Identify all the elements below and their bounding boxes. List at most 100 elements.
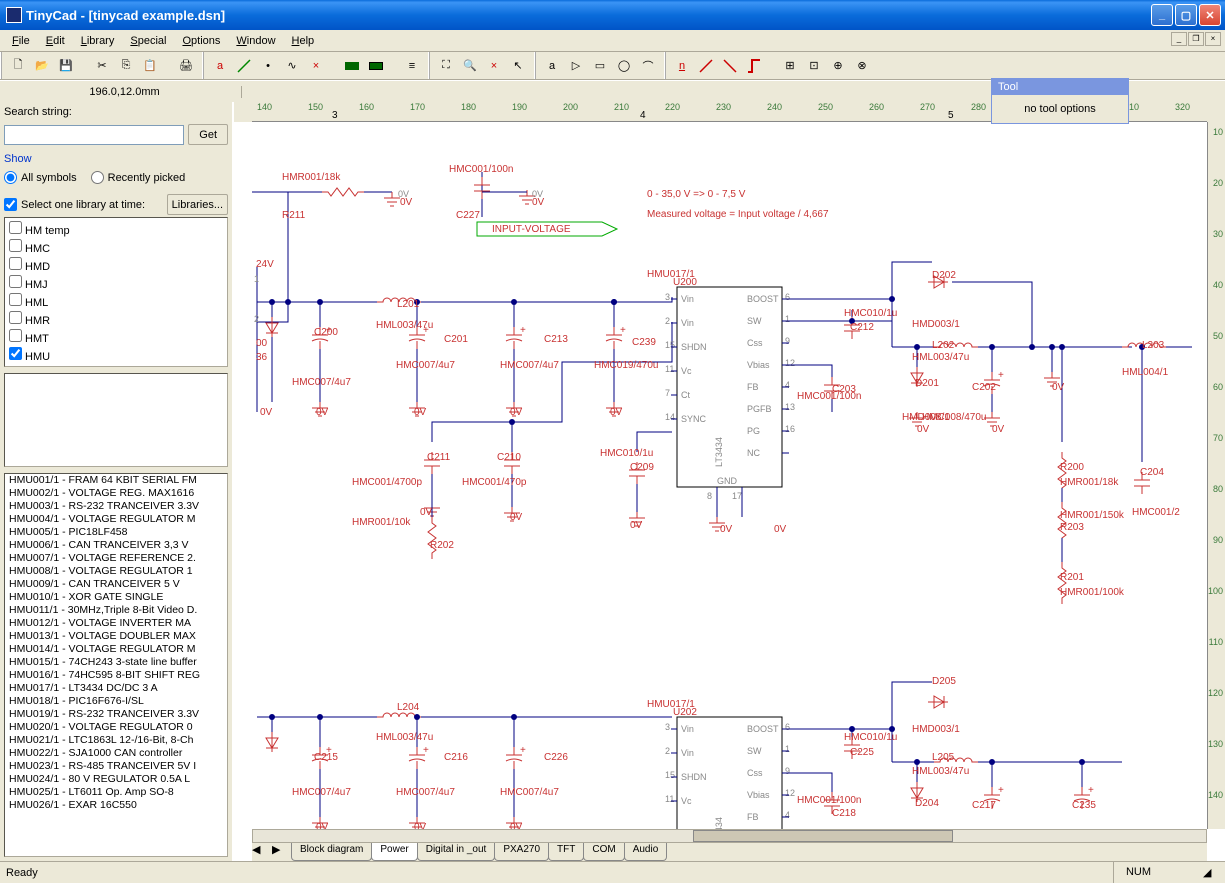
paste-icon[interactable]: 📋 [140, 56, 160, 76]
tab-nav-right[interactable]: ▶ [272, 843, 292, 861]
grid2-icon[interactable]: ⊡ [804, 56, 824, 76]
select-one-library-checkbox[interactable]: Select one library at time: [4, 198, 145, 211]
resize-grip-icon[interactable]: ◢ [1203, 866, 1219, 879]
part-item[interactable]: HMU002/1 - VOLTAGE REG. MAX1616 [5, 487, 227, 500]
part-item[interactable]: HMU021/1 - LTC1863L 12-/16-Bit, 8-Ch [5, 734, 227, 747]
part-item[interactable]: HMU024/1 - 80 V REGULATOR 0.5A L [5, 773, 227, 786]
part-item[interactable]: HMU018/1 - PIC16F676-I/SL [5, 695, 227, 708]
module-icon[interactable] [342, 56, 362, 76]
sheet-tab[interactable]: PXA270 [494, 843, 549, 861]
libraries-button[interactable]: Libraries... [167, 194, 228, 215]
library-item[interactable]: HMJ [7, 274, 225, 292]
arc2-icon[interactable]: ⌒ [638, 56, 658, 76]
origin1-icon[interactable]: ⊕ [828, 56, 848, 76]
wire2-icon[interactable] [696, 56, 716, 76]
sheet-tab[interactable]: Audio [624, 843, 668, 861]
label-icon[interactable]: a [542, 56, 562, 76]
schematic-canvas[interactable]: 0V0VINPUT-VOLTAGE0 - 35,0 V => 0 - 7,5 V… [252, 122, 1207, 829]
sheet-tab[interactable]: COM [583, 843, 624, 861]
open-icon[interactable]: 📂 [32, 56, 52, 76]
noconnect-icon[interactable]: × [306, 56, 326, 76]
parts-list[interactable]: HMU001/1 - FRAM 64 KBIT SERIAL FMHMU002/… [4, 473, 228, 857]
delete-tool-icon[interactable]: × [484, 56, 504, 76]
layers-icon[interactable]: ≡ [402, 56, 422, 76]
print-icon[interactable]: 🖨 [176, 56, 196, 76]
cut-icon[interactable]: ✂ [92, 56, 112, 76]
part-item[interactable]: HMU004/1 - VOLTAGE REGULATOR M [5, 513, 227, 526]
part-item[interactable]: HMU013/1 - VOLTAGE DOUBLER MAX [5, 630, 227, 643]
save-icon[interactable]: 💾 [56, 56, 76, 76]
close-button[interactable]: ✕ [1199, 4, 1221, 26]
menu-special[interactable]: Special [122, 33, 174, 49]
wire3-icon[interactable] [720, 56, 740, 76]
sheet-tab[interactable]: TFT [548, 843, 584, 861]
part-item[interactable]: HMU011/1 - 30MHz,Triple 8-Bit Video D. [5, 604, 227, 617]
new-icon[interactable]: 🗋 [8, 56, 28, 76]
maximize-button[interactable]: ▢ [1175, 4, 1197, 26]
origin2-icon[interactable]: ⊗ [852, 56, 872, 76]
part-item[interactable]: HMU003/1 - RS-232 TRANCEIVER 3.3V [5, 500, 227, 513]
menu-edit[interactable]: Edit [38, 33, 73, 49]
text-icon[interactable]: a [210, 56, 230, 76]
part-item[interactable]: HMU014/1 - VOLTAGE REGULATOR M [5, 643, 227, 656]
copy-icon[interactable]: ⎘ [116, 56, 136, 76]
tool-options-popup[interactable]: Tool no tool options [991, 78, 1129, 124]
menu-file[interactable]: File [4, 33, 38, 49]
netlabel-icon[interactable]: n [672, 56, 692, 76]
zoom-icon[interactable]: 🔍 [460, 56, 480, 76]
mdi-minimize-button[interactable]: _ [1171, 32, 1187, 46]
mdi-close-button[interactable]: × [1205, 32, 1221, 46]
part-item[interactable]: HMU007/1 - VOLTAGE REFERENCE 2. [5, 552, 227, 565]
minimize-button[interactable]: _ [1151, 4, 1173, 26]
ellipse-icon[interactable]: ◯ [614, 56, 634, 76]
bus-icon[interactable] [744, 56, 764, 76]
part-item[interactable]: HMU022/1 - SJA1000 CAN controller [5, 747, 227, 760]
rect-icon[interactable]: ▭ [590, 56, 610, 76]
grid1-icon[interactable]: ⊞ [780, 56, 800, 76]
radio-recently-picked[interactable]: Recently picked [91, 171, 186, 184]
part-item[interactable]: HMU005/1 - PIC18LF458 [5, 526, 227, 539]
junction-icon[interactable]: • [258, 56, 278, 76]
library-item[interactable]: HMT [7, 328, 225, 346]
part-item[interactable]: HMU009/1 - CAN TRANCEIVER 5 V [5, 578, 227, 591]
mdi-restore-button[interactable]: ❐ [1188, 32, 1204, 46]
part-item[interactable]: HMU012/1 - VOLTAGE INVERTER MA [5, 617, 227, 630]
menu-library[interactable]: Library [73, 33, 123, 49]
module2-icon[interactable] [366, 56, 386, 76]
part-item[interactable]: HMU026/1 - EXAR 16C550 [5, 799, 227, 812]
part-item[interactable]: HMU017/1 - LT3434 DC/DC 3 A [5, 682, 227, 695]
get-button[interactable]: Get [188, 124, 228, 145]
part-item[interactable]: HMU015/1 - 74CH243 3-state line buffer [5, 656, 227, 669]
wire-icon[interactable] [234, 56, 254, 76]
part-item[interactable]: HMU023/1 - RS-485 TRANCEIVER 5V I [5, 760, 227, 773]
library-item[interactable]: HM temp [7, 220, 225, 238]
part-item[interactable]: HMU019/1 - RS-232 TRANCEIVER 3.3V [5, 708, 227, 721]
sheet-tab[interactable]: Power [371, 843, 417, 861]
search-input[interactable] [4, 125, 184, 145]
part-item[interactable]: HMU001/1 - FRAM 64 KBIT SERIAL FM [5, 474, 227, 487]
sheet-tab[interactable]: Block diagram [291, 843, 372, 861]
part-item[interactable]: HMU010/1 - XOR GATE SINGLE [5, 591, 227, 604]
arc-icon[interactable]: ∿ [282, 56, 302, 76]
part-item[interactable]: HMU006/1 - CAN TRANCEIVER 3,3 V [5, 539, 227, 552]
pointer-icon[interactable]: ↖ [508, 56, 528, 76]
menu-help[interactable]: Help [284, 33, 323, 49]
part-item[interactable]: HMU008/1 - VOLTAGE REGULATOR 1 [5, 565, 227, 578]
menu-options[interactable]: Options [174, 33, 228, 49]
menu-window[interactable]: Window [228, 33, 283, 49]
poly-icon[interactable]: ▷ [566, 56, 586, 76]
library-item[interactable]: HML [7, 292, 225, 310]
part-item[interactable]: HMU025/1 - LT6011 Op. Amp SO-8 [5, 786, 227, 799]
library-item[interactable]: HMU [7, 346, 225, 364]
library-item[interactable]: HMC [7, 238, 225, 256]
zoom-fit-icon[interactable]: ⛶ [436, 56, 456, 76]
tab-nav-left[interactable]: ◀ [252, 843, 272, 861]
part-item[interactable]: HMU020/1 - VOLTAGE REGULATOR 0 [5, 721, 227, 734]
radio-all-symbols[interactable]: All symbols [4, 171, 77, 184]
sheet-tab[interactable]: Digital in _out [417, 843, 496, 861]
library-item[interactable]: HMD [7, 256, 225, 274]
part-item[interactable]: HMU016/1 - 74HC595 8-BIT SHIFT REG [5, 669, 227, 682]
library-item[interactable]: HMR [7, 310, 225, 328]
library-list[interactable]: HM temp HMC HMD HMJ HML HMR HMT HMU [4, 217, 228, 367]
horizontal-scrollbar[interactable] [252, 829, 1207, 843]
